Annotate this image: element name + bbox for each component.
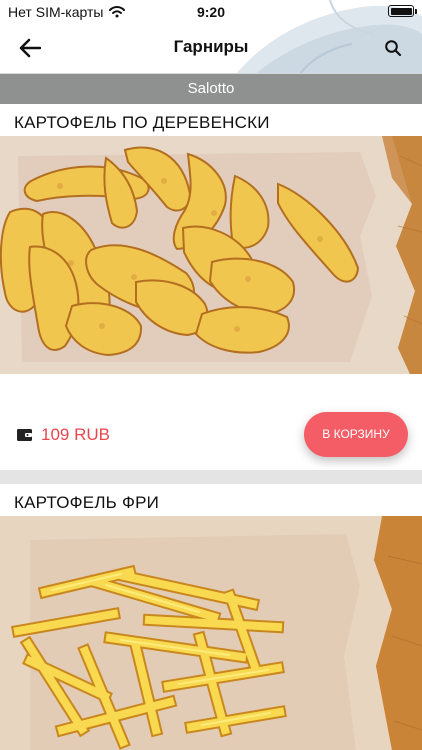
battery-icon xyxy=(388,5,417,17)
wallet-icon xyxy=(17,429,32,441)
app-header: Нет SIM-карты 9:20 Гарниры xyxy=(0,0,422,74)
add-to-cart-button[interactable]: В КОРЗИНУ xyxy=(304,412,408,457)
restaurant-name-bar: Salotto xyxy=(0,74,422,104)
search-button[interactable] xyxy=(380,35,406,61)
clock: 9:20 xyxy=(196,4,226,20)
navigation-bar: Гарниры xyxy=(0,26,422,70)
search-icon xyxy=(385,40,402,57)
battery-level-fill xyxy=(390,7,412,15)
product-card[interactable]: КАРТОФЕЛЬ ФРИ xyxy=(0,484,422,750)
status-bar: Нет SIM-карты 9:20 xyxy=(0,0,422,24)
arrow-left-icon xyxy=(19,38,41,58)
price-row: 109 RUB В КОРЗИНУ xyxy=(0,412,422,458)
product-price: 109 RUB xyxy=(41,425,110,444)
page-title: Гарниры xyxy=(173,37,249,56)
card-separator xyxy=(0,470,422,484)
french-fries-image xyxy=(0,516,422,750)
potato-wedges-image xyxy=(0,136,422,374)
product-title: КАРТОФЕЛЬ ФРИ xyxy=(14,493,160,512)
back-button[interactable] xyxy=(14,34,46,62)
product-card[interactable]: КАРТОФЕЛЬ ПО ДЕРЕВЕНСКИ 109 RUB В КОРЗИН… xyxy=(0,104,422,470)
product-title: КАРТОФЕЛЬ ПО ДЕРЕВЕНСКИ xyxy=(14,113,270,132)
